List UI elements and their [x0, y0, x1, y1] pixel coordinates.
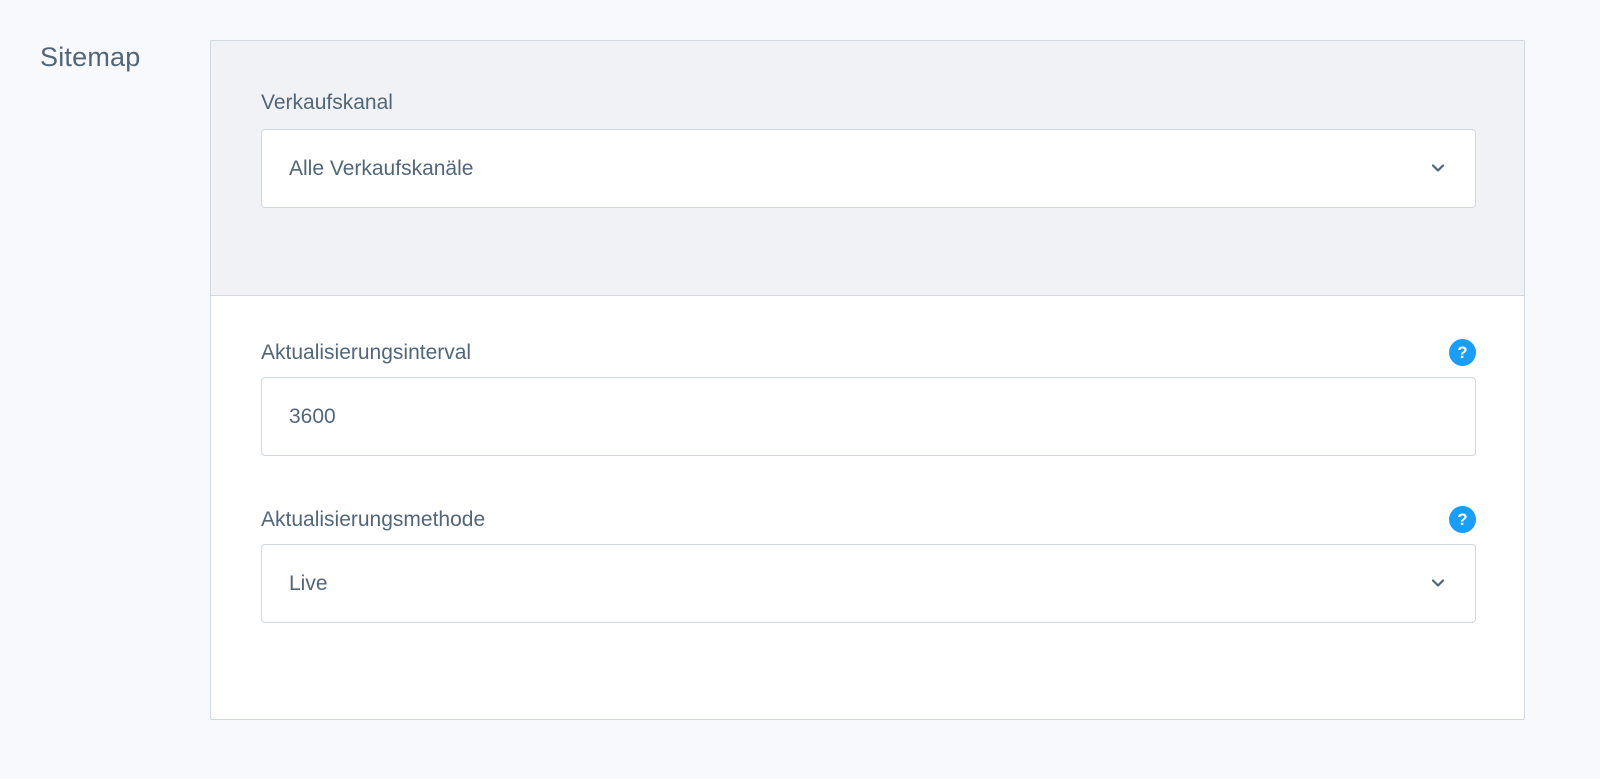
sales-channel-select[interactable]: Alle Verkaufskanäle — [261, 129, 1476, 208]
chevron-down-icon — [1431, 161, 1445, 175]
section-title: Sitemap — [40, 42, 141, 72]
chevron-down-icon — [1431, 576, 1445, 590]
update-interval-input[interactable]: 3600 — [261, 377, 1476, 456]
update-interval-value: 3600 — [289, 405, 336, 428]
sales-channel-field: Verkaufskanal Alle Verkaufskanäle — [261, 89, 1476, 208]
update-method-label: Aktualisierungsmethode — [261, 508, 486, 531]
sitemap-settings-page: Sitemap Verkaufskanal Alle Verkaufskanäl… — [0, 0, 1600, 779]
sitemap-card: Verkaufskanal Alle Verkaufskanäle Aktual… — [210, 40, 1525, 720]
sales-channel-value: Alle Verkaufskanäle — [289, 157, 474, 180]
update-method-field: Aktualisierungsmethode ? Live — [261, 506, 1476, 623]
update-method-select[interactable]: Live — [261, 544, 1476, 623]
update-interval-label: Aktualisierungsinterval — [261, 341, 472, 364]
update-interval-field: Aktualisierungsinterval ? 3600 — [261, 339, 1476, 456]
help-icon[interactable]: ? — [1449, 506, 1476, 533]
sales-channel-label: Verkaufskanal — [261, 91, 393, 114]
card-header: Verkaufskanal Alle Verkaufskanäle — [211, 41, 1524, 296]
update-method-value: Live — [289, 572, 328, 595]
help-icon[interactable]: ? — [1449, 339, 1476, 366]
